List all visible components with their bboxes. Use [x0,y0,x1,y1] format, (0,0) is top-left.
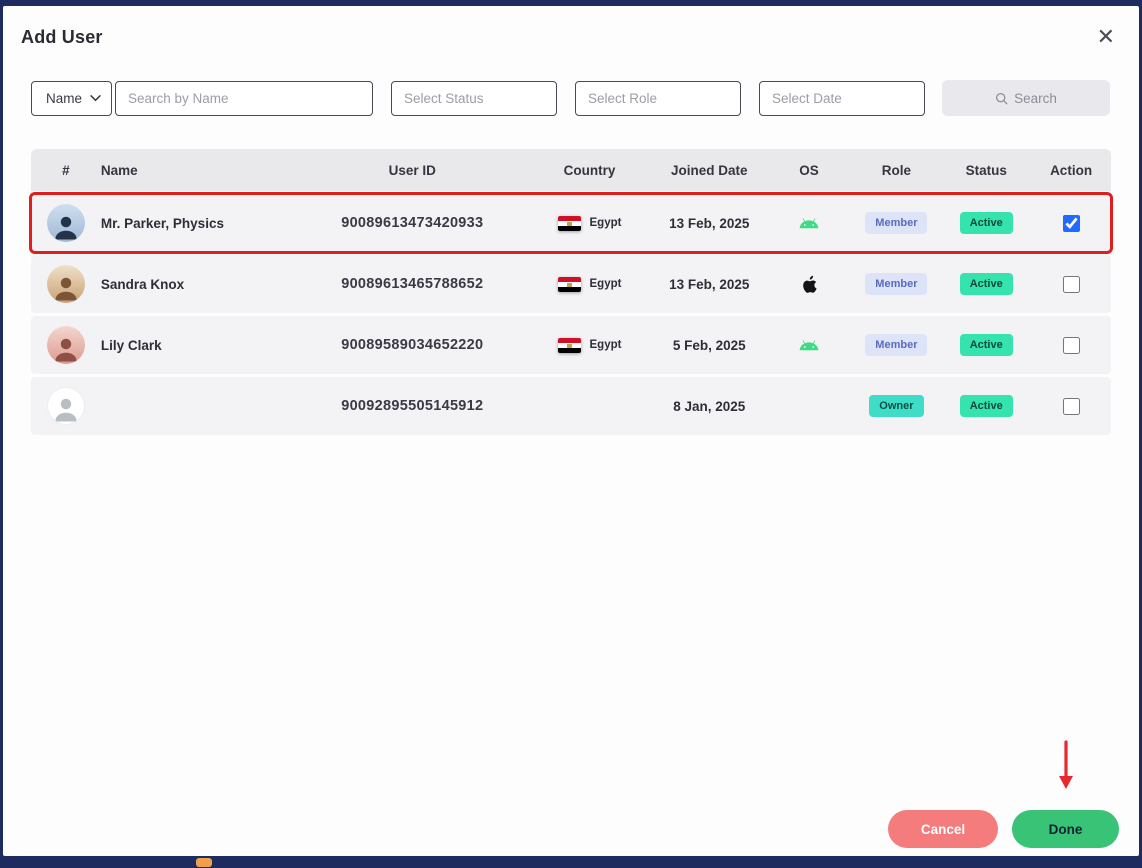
user-name: Sandra Knox [100,276,185,292]
avatar [46,204,85,242]
search-button-label: Search [1014,90,1057,106]
header-index: # [62,162,70,178]
header-os: OS [799,162,819,178]
role-badge: Member [865,212,928,234]
red-arrow-annotation [1059,740,1073,789]
user-id: 90089613473420933 [341,215,484,231]
header-role: Role [881,162,912,178]
role-badge: Member [865,334,928,356]
name-filter-dropdown[interactable]: Name [31,80,113,116]
country-label: Egypt [589,278,622,290]
avatar-cell [31,387,101,425]
user-id: 90092895505145912 [341,398,484,414]
android-icon [799,217,819,228]
status-badge: Active [959,395,1013,417]
row-checkbox[interactable] [1062,275,1080,293]
name-filter-label: Name [46,90,83,106]
header-status: Status [965,162,1007,178]
user-name: Mr. Parker, Physics [100,215,224,231]
chevron-down-icon [90,94,101,101]
user-id: 90089589034652220 [341,337,484,353]
table-row[interactable]: Mr. Parker, Physics 90089613473420933 Eg… [29,192,1113,254]
joined-date: 13 Feb, 2025 [669,276,750,292]
user-id: 90089613465788652 [341,276,484,292]
os-cell [767,275,852,294]
joined-date: 8 Jan, 2025 [673,398,746,414]
header-joined-date: Joined Date [670,162,748,178]
header-name: Name [100,162,138,178]
os-cell [767,338,852,353]
role-badge: Owner [869,395,924,417]
table-row[interactable]: Sandra Knox 90089613465788652 Egypt 13 F… [31,255,1111,313]
status-badge: Active [959,334,1013,356]
country-label: Egypt [589,339,622,351]
modal-title: Add User [21,26,103,47]
user-name: Lily Clark [100,337,162,353]
country-label: Egypt [589,217,622,229]
row-checkbox[interactable] [1062,397,1080,415]
cancel-button[interactable]: Cancel [888,810,998,848]
close-icon[interactable]: ✕ [1097,26,1115,48]
country-cell: Egypt [527,215,652,231]
avatar-cell [31,204,101,242]
status-badge: Active [959,212,1013,234]
done-button[interactable]: Done [1012,810,1119,848]
table-header-row: # Name User ID Country Joined Date OS Ro… [31,149,1111,191]
avatar [46,265,85,303]
joined-date: 13 Feb, 2025 [669,215,750,231]
role-badge: Member [865,273,928,295]
country-cell: Egypt [527,276,652,292]
avatar [46,326,85,364]
header-user-id: User ID [388,162,436,178]
avatar-cell [31,265,101,303]
background-page-sliver [196,858,212,867]
filter-bar: Name Search [31,80,1111,116]
status-badge: Active [959,273,1013,295]
apple-icon [802,275,817,293]
header-action: Action [1050,162,1093,178]
joined-date: 5 Feb, 2025 [672,337,746,353]
table-row[interactable]: Lily Clark 90089589034652220 Egypt 5 Feb… [31,316,1111,374]
search-button[interactable]: Search [942,80,1111,116]
row-checkbox[interactable] [1062,336,1080,354]
table-row[interactable]: 90092895505145912 8 Jan, 2025 Owner Acti… [31,377,1111,435]
status-filter-input[interactable] [391,80,558,116]
role-filter-input[interactable] [575,80,742,116]
country-cell: Egypt [527,337,652,353]
egypt-flag-icon [557,337,581,353]
search-icon [996,92,1008,104]
egypt-flag-icon [557,215,581,231]
row-checkbox[interactable] [1062,214,1080,232]
header-country: Country [563,162,616,178]
date-filter-input[interactable] [759,80,926,116]
modal-footer: Cancel Done [888,810,1119,848]
os-cell [767,216,852,231]
android-icon [799,339,819,350]
add-user-modal: Add User ✕ Name Search # Name User ID C [3,6,1139,856]
search-input[interactable] [115,80,374,116]
modal-header: Add User ✕ [3,6,1139,48]
avatar-cell [31,326,101,364]
egypt-flag-icon [557,276,581,292]
users-table: # Name User ID Country Joined Date OS Ro… [29,149,1113,435]
avatar-placeholder [46,387,85,425]
